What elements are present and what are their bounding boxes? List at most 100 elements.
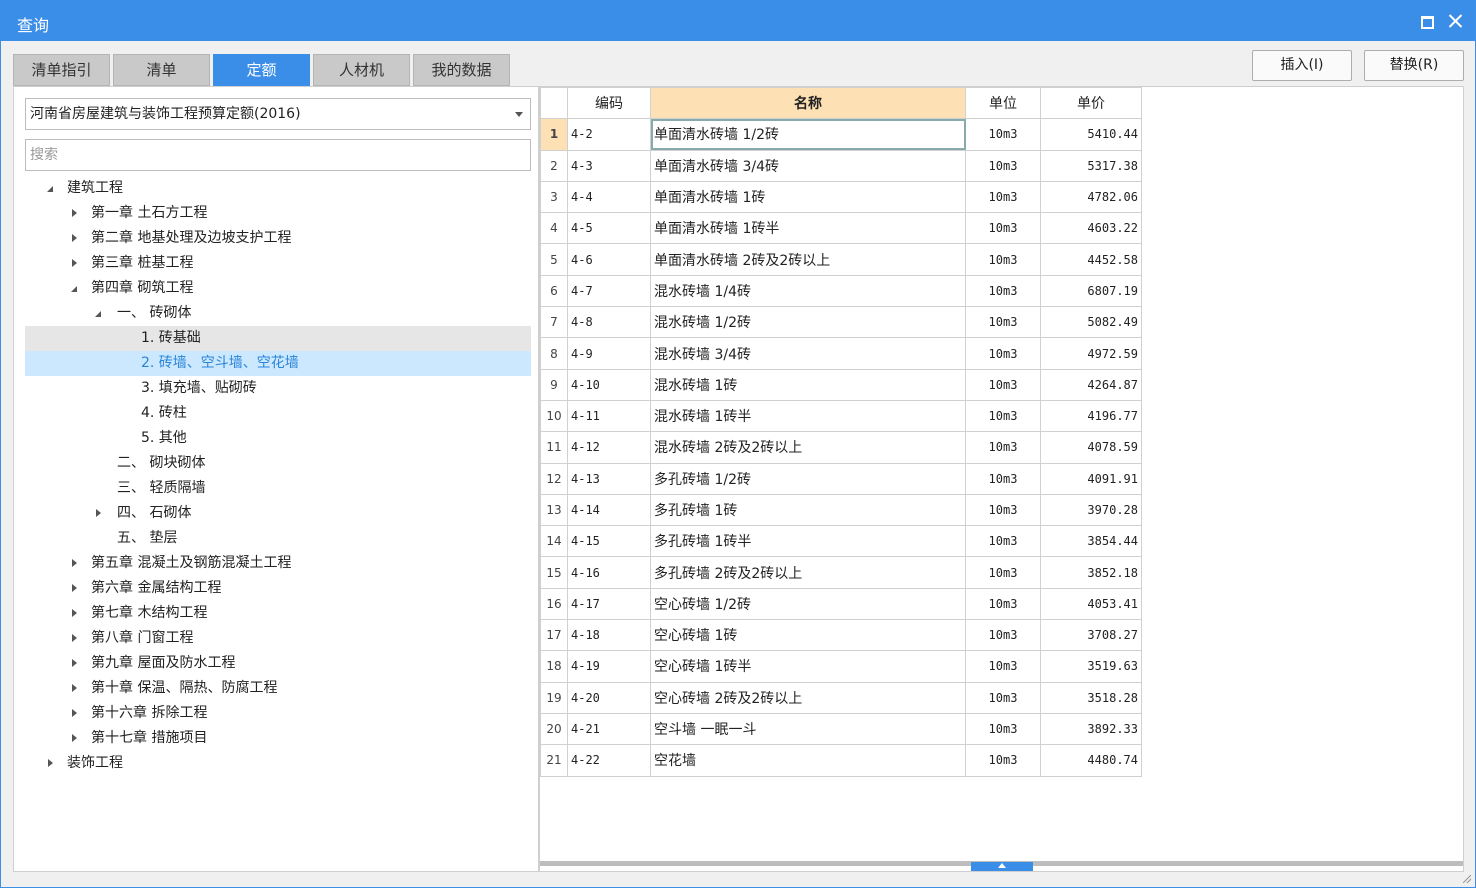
row-number-cell[interactable]: 5 (540, 243, 568, 276)
name-cell[interactable]: 多孔砖墙 1砖 (650, 493, 966, 527)
code-cell[interactable]: 4-6 (567, 243, 651, 276)
price-cell[interactable]: 6807.19 (1040, 274, 1142, 308)
tree-item[interactable]: 第四章 砌筑工程 (25, 276, 531, 301)
collapsed-arrow-icon[interactable] (69, 726, 81, 751)
unit-cell[interactable]: 10m3 (965, 744, 1041, 777)
tree-item[interactable]: 装饰工程 (25, 751, 531, 776)
table-row[interactable]: 7 4-8 混水砖墙 1/2砖 10m3 5082.49 (540, 306, 1142, 339)
unit-cell[interactable]: 10m3 (965, 712, 1041, 746)
name-cell[interactable]: 多孔砖墙 1/2砖 (650, 462, 966, 495)
code-cell[interactable]: 4-17 (567, 587, 651, 621)
tree-item[interactable]: 三、 轻质隔墙 (25, 476, 531, 501)
code-cell[interactable]: 4-3 (567, 149, 651, 182)
row-number-cell[interactable]: 20 (540, 712, 568, 746)
table-row[interactable]: 3 4-4 单面清水砖墙 1砖 10m3 4782.06 (540, 180, 1142, 214)
tree-item[interactable]: 第三章 桩基工程 (25, 251, 531, 276)
collapsed-arrow-icon[interactable] (69, 251, 81, 276)
table-row[interactable]: 6 4-7 混水砖墙 1/4砖 10m3 6807.19 (540, 274, 1142, 308)
unit-cell[interactable]: 10m3 (965, 337, 1041, 370)
table-row[interactable]: 1 4-2 单面清水砖墙 1/2砖 10m3 5410.44 (540, 118, 1142, 151)
collapsed-arrow-icon[interactable] (69, 626, 81, 651)
collapsed-arrow-icon[interactable] (69, 576, 81, 601)
name-cell[interactable]: 空心砖墙 2砖及2砖以上 (650, 681, 966, 714)
name-cell[interactable]: 空斗墙 一眠一斗 (650, 712, 966, 746)
row-number-cell[interactable]: 7 (540, 306, 568, 339)
collapsed-arrow-icon[interactable] (69, 701, 81, 726)
unit-cell[interactable]: 10m3 (965, 180, 1041, 214)
tree-item[interactable]: 第二章 地基处理及边坡支护工程 (25, 226, 531, 251)
tree-item[interactable]: 第七章 木结构工程 (25, 601, 531, 626)
name-cell[interactable]: 空心砖墙 1/2砖 (650, 587, 966, 621)
name-cell[interactable]: 混水砖墙 1砖 (650, 368, 966, 401)
price-cell[interactable]: 4452.58 (1040, 243, 1142, 276)
code-cell[interactable]: 4-22 (567, 744, 651, 777)
name-cell[interactable]: 空心砖墙 1砖半 (650, 650, 966, 683)
tree-item[interactable]: 二、 砌块砌体 (25, 451, 531, 476)
unit-cell[interactable]: 10m3 (965, 118, 1041, 151)
row-number-cell[interactable]: 17 (540, 619, 568, 652)
tree-item[interactable]: 第六章 金属结构工程 (25, 576, 531, 601)
expanded-arrow-icon[interactable] (45, 176, 57, 201)
row-number-cell[interactable]: 18 (540, 650, 568, 683)
column-header-code[interactable]: 编码 (567, 86, 651, 120)
code-cell[interactable]: 4-2 (567, 118, 651, 151)
table-row[interactable]: 21 4-22 空花墙 10m3 4480.74 (540, 744, 1142, 777)
name-cell[interactable]: 混水砖墙 1/2砖 (650, 306, 966, 339)
tree-item[interactable]: 建筑工程 (25, 176, 531, 201)
code-cell[interactable]: 4-13 (567, 462, 651, 495)
code-cell[interactable]: 4-16 (567, 556, 651, 589)
price-cell[interactable]: 4480.74 (1040, 744, 1142, 777)
name-cell[interactable]: 单面清水砖墙 2砖及2砖以上 (650, 243, 966, 276)
unit-cell[interactable]: 10m3 (965, 525, 1041, 558)
collapsed-arrow-icon[interactable] (69, 551, 81, 576)
table-row[interactable]: 17 4-18 空心砖墙 1砖 10m3 3708.27 (540, 619, 1142, 652)
insert-button[interactable]: 插入(I) (1252, 50, 1352, 81)
row-number-cell[interactable]: 6 (540, 274, 568, 308)
table-row[interactable]: 15 4-16 多孔砖墙 2砖及2砖以上 10m3 3852.18 (540, 556, 1142, 589)
price-cell[interactable]: 4078.59 (1040, 431, 1142, 464)
code-cell[interactable]: 4-8 (567, 306, 651, 339)
name-cell[interactable]: 单面清水砖墙 1砖 (650, 180, 966, 214)
row-number-header[interactable] (540, 86, 568, 120)
price-cell[interactable]: 4091.91 (1040, 462, 1142, 495)
tree-item[interactable]: 第十章 保温、隔热、防腐工程 (25, 676, 531, 701)
row-number-cell[interactable]: 8 (540, 337, 568, 370)
table-row[interactable]: 10 4-11 混水砖墙 1砖半 10m3 4196.77 (540, 399, 1142, 433)
price-cell[interactable]: 4972.59 (1040, 337, 1142, 370)
name-cell[interactable]: 空心砖墙 1砖 (650, 619, 966, 652)
tree-item[interactable]: 第五章 混凝土及钢筋混凝土工程 (25, 551, 531, 576)
code-cell[interactable]: 4-18 (567, 619, 651, 652)
name-cell[interactable]: 多孔砖墙 2砖及2砖以上 (650, 556, 966, 589)
maximize-icon[interactable] (1415, 11, 1437, 31)
tree-item[interactable]: 4. 砖柱 (25, 401, 531, 426)
tree-item[interactable]: 1. 砖基础 (25, 326, 531, 351)
tree-item[interactable]: 第八章 门窗工程 (25, 626, 531, 651)
row-number-cell[interactable]: 9 (540, 368, 568, 401)
unit-cell[interactable]: 10m3 (965, 650, 1041, 683)
price-cell[interactable]: 5317.38 (1040, 149, 1142, 182)
price-cell[interactable]: 5410.44 (1040, 118, 1142, 151)
tree-item[interactable]: 一、 砖砌体 (25, 301, 531, 326)
search-input[interactable] (25, 139, 531, 171)
code-cell[interactable]: 4-7 (567, 274, 651, 308)
tree-item[interactable]: 2. 砖墙、空斗墙、空花墙 (25, 351, 531, 376)
collapsed-arrow-icon[interactable] (69, 676, 81, 701)
table-row[interactable]: 18 4-19 空心砖墙 1砖半 10m3 3519.63 (540, 650, 1142, 683)
close-icon[interactable] (1445, 11, 1467, 31)
splitter-expand-icon[interactable] (971, 862, 1033, 871)
code-cell[interactable]: 4-20 (567, 681, 651, 714)
tree-item[interactable]: 第一章 土石方工程 (25, 201, 531, 226)
table-row[interactable]: 19 4-20 空心砖墙 2砖及2砖以上 10m3 3518.28 (540, 681, 1142, 714)
collapsed-arrow-icon[interactable] (93, 501, 105, 526)
unit-cell[interactable]: 10m3 (965, 587, 1041, 621)
collapsed-arrow-icon[interactable] (45, 751, 57, 776)
tab-1[interactable]: 清单 (113, 54, 210, 86)
row-number-cell[interactable]: 13 (540, 493, 568, 527)
tree-item[interactable]: 四、 石砌体 (25, 501, 531, 526)
price-cell[interactable]: 3852.18 (1040, 556, 1142, 589)
table-row[interactable]: 4 4-5 单面清水砖墙 1砖半 10m3 4603.22 (540, 212, 1142, 245)
expanded-arrow-icon[interactable] (69, 276, 81, 301)
code-cell[interactable]: 4-5 (567, 212, 651, 245)
chevron-down-icon[interactable] (515, 112, 523, 117)
price-cell[interactable]: 5082.49 (1040, 306, 1142, 339)
